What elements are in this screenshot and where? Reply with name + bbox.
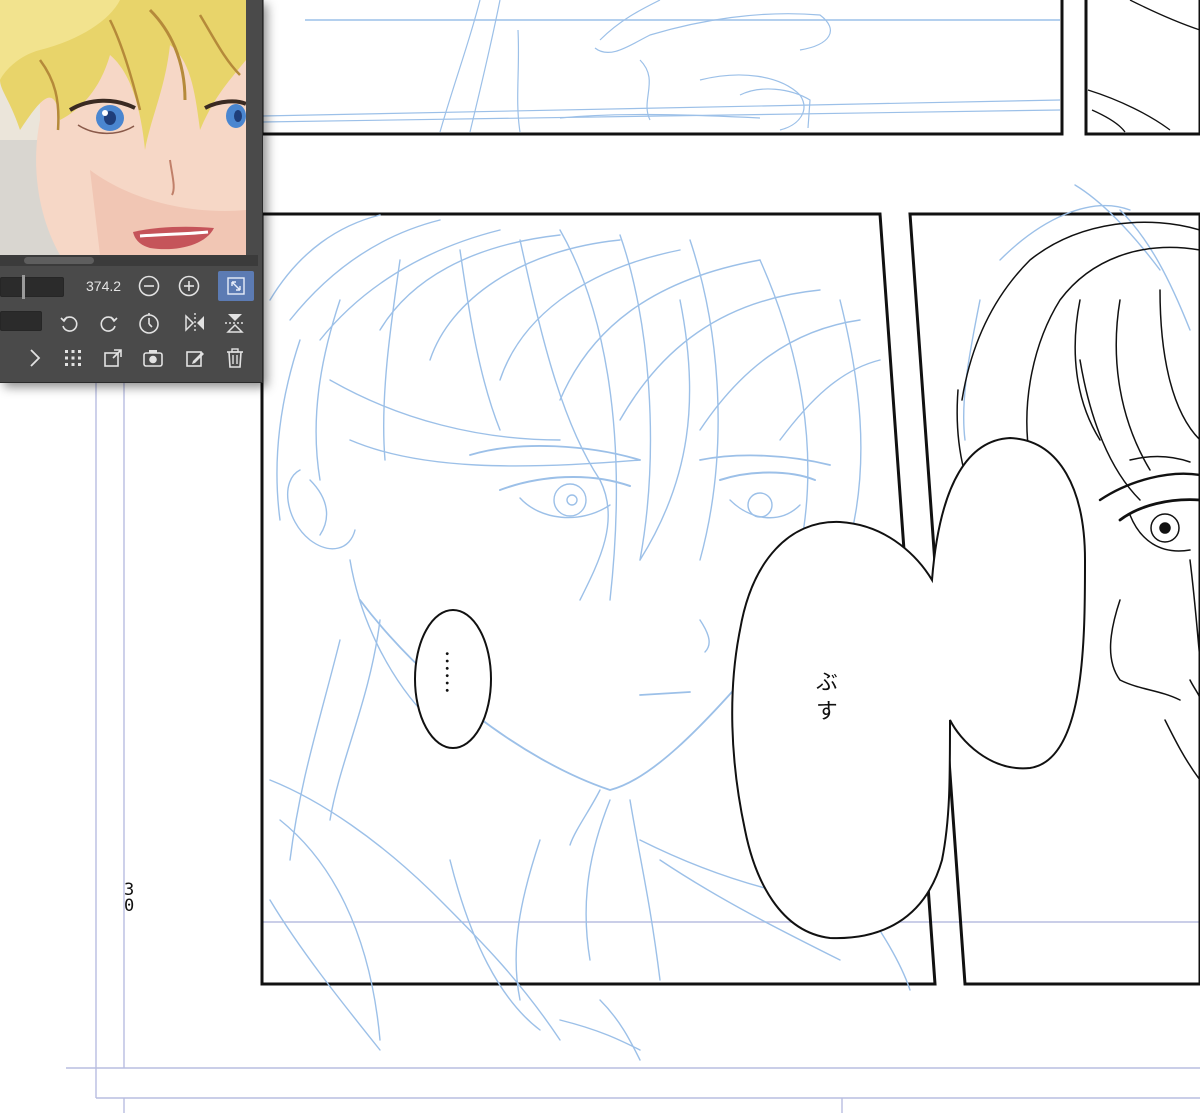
grid-button[interactable] [58,343,88,373]
new-window-button[interactable] [98,343,128,373]
edit-button[interactable] [180,343,210,373]
trash-icon [227,348,243,368]
capture-button[interactable] [138,343,168,373]
top-panel-sketch [261,0,1061,133]
rotate-right-button[interactable] [94,308,124,338]
zoom-in-icon [178,275,200,297]
zoom-value: 374.2 [86,278,122,294]
zoom-slider[interactable] [0,275,64,299]
flip-horizontal-button[interactable] [180,308,210,338]
flip-vertical-button[interactable] [220,308,250,338]
balloon-right [731,436,1087,940]
reset-rotation-icon [139,313,159,334]
rotation-row [0,306,262,340]
navigator-scrollbar[interactable] [0,255,258,266]
reset-rotation-button[interactable] [134,308,164,338]
new-window-icon [104,349,122,367]
navigator-preview[interactable] [0,0,246,255]
expand-button[interactable] [20,343,50,373]
zoom-out-icon [138,275,160,297]
camera-icon [143,350,163,367]
flip-horizontal-icon [185,313,204,333]
grid-icon [65,350,81,366]
page-number: 30 [124,880,135,916]
action-row [0,341,262,375]
flip-vertical-icon [225,314,245,333]
chevron-right-icon [30,349,41,367]
rotation-slider[interactable] [0,311,42,331]
edit-icon [186,351,204,367]
rotate-left-icon [60,316,78,332]
zoom-out-button[interactable] [134,271,164,301]
scroll-thumb[interactable] [24,257,94,264]
balloon-right-text: ぶ す [812,670,837,721]
zoom-in-button[interactable] [174,271,204,301]
rotate-left-button[interactable] [54,308,84,338]
fit-to-view-button[interactable] [218,271,254,301]
character-thumbnail [0,0,246,255]
rotate-right-icon [100,316,118,332]
delete-button[interactable] [220,343,250,373]
zoom-row: 374.2 [0,268,262,302]
zoom-slider-thumb[interactable] [22,275,25,299]
balloon-left-text: …… [440,650,465,694]
fit-to-view-icon [227,277,245,295]
navigator-panel[interactable]: 374.2 [0,0,263,383]
